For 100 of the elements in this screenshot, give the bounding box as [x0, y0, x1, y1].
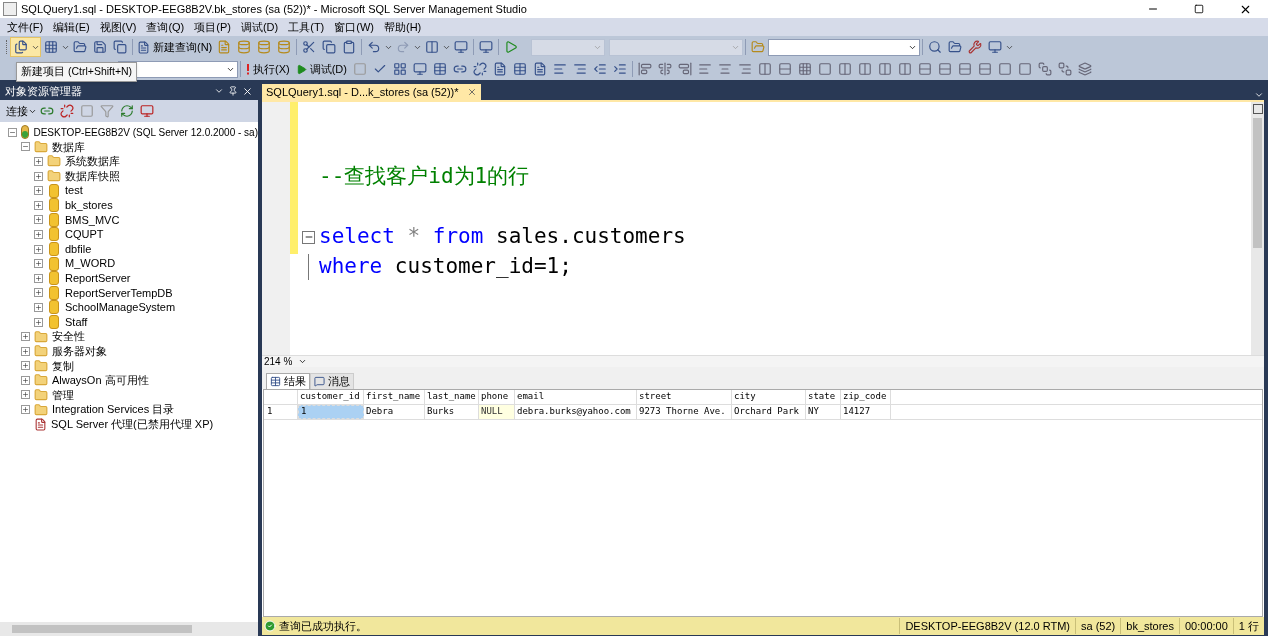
- caret-icon[interactable]: [298, 357, 308, 366]
- new-query-button[interactable]: 新建查询(N): [135, 38, 215, 56]
- column-header[interactable]: last_name: [425, 390, 479, 404]
- database-icon: [49, 227, 59, 242]
- dropdown-field[interactable]: [609, 38, 744, 56]
- debug-button[interactable]: 调试(D): [292, 60, 350, 78]
- menu-item[interactable]: 文件(F): [2, 18, 49, 36]
- status-field: 1 行: [1232, 617, 1264, 635]
- tree-item[interactable]: 复制: [52, 357, 74, 375]
- tree-item[interactable]: ReportServer: [65, 270, 131, 287]
- expand-icon[interactable]: [21, 361, 30, 371]
- column-header[interactable]: first_name: [364, 390, 425, 404]
- disconnect-icon[interactable]: [57, 102, 77, 120]
- menu-item[interactable]: 编辑(E): [48, 18, 95, 36]
- column-header[interactable]: zip_code: [841, 390, 891, 404]
- folder-icon: [47, 169, 61, 184]
- collapse-icon[interactable]: [302, 230, 315, 244]
- column-header[interactable]: email: [515, 390, 637, 404]
- message-icon: [314, 376, 325, 387]
- menu-item[interactable]: 视图(V): [94, 18, 142, 36]
- tree-item[interactable]: DESKTOP-EEG8B2V (SQL Server 12.0.2000 - sa): [33, 124, 258, 140]
- database-icon: [49, 256, 59, 271]
- expand-icon[interactable]: [34, 317, 43, 327]
- column-header[interactable]: customer_id: [298, 390, 364, 404]
- expand-icon[interactable]: [34, 186, 43, 196]
- table-cell[interactable]: NULL: [479, 405, 515, 419]
- expand-icon[interactable]: [34, 244, 43, 254]
- expand-icon[interactable]: [34, 200, 43, 210]
- expand-icon[interactable]: [34, 259, 43, 269]
- expand-icon[interactable]: [34, 288, 43, 298]
- tree-item[interactable]: ReportServerTempDB: [65, 284, 173, 302]
- expand-icon[interactable]: [21, 346, 30, 356]
- zoom-dropdown[interactable]: 214 %: [262, 354, 310, 369]
- menu-item[interactable]: 窗口(W): [329, 18, 379, 36]
- connect-button[interactable]: 连接: [6, 102, 37, 120]
- tree-item[interactable]: test: [65, 182, 83, 199]
- vertical-scrollbar[interactable]: [1251, 102, 1264, 355]
- table-cell[interactable]: Debra: [364, 405, 425, 419]
- table-cell[interactable]: 1: [298, 405, 364, 419]
- column-header[interactable]: city: [732, 390, 806, 404]
- database-icon: [49, 271, 59, 286]
- column-header[interactable]: street: [637, 390, 732, 404]
- execute-button[interactable]: 执行(X): [243, 60, 293, 78]
- menu-item[interactable]: 工具(T): [283, 18, 330, 36]
- expand-icon[interactable]: [34, 171, 43, 181]
- play-icon: [295, 63, 307, 75]
- tree-item[interactable]: Integration Services 目录: [52, 401, 175, 418]
- database-icon: [49, 212, 59, 227]
- tree-item[interactable]: 数据库快照: [65, 167, 120, 185]
- database-icon: [49, 315, 59, 329]
- table-cell[interactable]: Orchard Park: [732, 405, 806, 419]
- tree-item[interactable]: 系统数据库: [65, 153, 120, 170]
- tree-item[interactable]: CQUPT: [65, 226, 104, 243]
- dropdown-icon[interactable]: [214, 86, 224, 96]
- expand-icon[interactable]: [34, 302, 43, 312]
- horizontal-scrollbar[interactable]: [0, 622, 258, 636]
- results-tab[interactable]: 消息: [310, 373, 354, 389]
- results-tab[interactable]: 结果: [266, 373, 310, 389]
- tree-item[interactable]: SQL Server 代理(已禁用代理 XP): [51, 415, 214, 433]
- tree-item[interactable]: 数据库: [52, 138, 85, 156]
- document-tab[interactable]: SQLQuery1.sql - D...k_stores (sa (52))*: [262, 84, 481, 100]
- menu-item[interactable]: 查询(Q): [141, 18, 190, 36]
- expand-icon[interactable]: [21, 375, 30, 385]
- tree-item[interactable]: M_WORD: [65, 255, 116, 272]
- close-icon[interactable]: [242, 85, 253, 97]
- expand-icon[interactable]: [21, 390, 30, 400]
- menu-item[interactable]: 调试(D): [235, 18, 284, 36]
- expand-icon[interactable]: [34, 215, 43, 225]
- expand-icon[interactable]: [21, 405, 30, 415]
- tree-item[interactable]: AlwaysOn 高可用性: [52, 372, 149, 389]
- column-header[interactable]: state: [806, 390, 841, 404]
- column-header[interactable]: phone: [479, 390, 515, 404]
- tree-item[interactable]: 服务器对象: [52, 342, 107, 360]
- menu-item[interactable]: 项目(P): [189, 18, 236, 36]
- tree-item[interactable]: 安全性: [52, 328, 85, 345]
- tooltip: 新建项目 (Ctrl+Shift+N): [16, 62, 138, 82]
- dropdown-field[interactable]: [531, 38, 606, 56]
- tree-item[interactable]: Staff: [65, 313, 88, 331]
- dropdown-icon[interactable]: [1254, 90, 1264, 100]
- expand-icon[interactable]: [34, 229, 43, 239]
- table-cell[interactable]: 14127: [841, 405, 891, 419]
- expand-icon[interactable]: [21, 332, 30, 342]
- pin-icon[interactable]: [228, 86, 238, 96]
- table-cell[interactable]: NY: [806, 405, 841, 419]
- maximize-icon[interactable]: [1194, 4, 1204, 14]
- table-cell[interactable]: debra.burks@yahoo.com: [515, 405, 637, 419]
- collapse-icon[interactable]: [8, 127, 17, 137]
- expand-icon[interactable]: [34, 157, 43, 166]
- menu-item[interactable]: 帮助(H): [379, 18, 427, 36]
- status-field: bk_stores: [1120, 617, 1179, 635]
- window-title: SQLQuery1.sql - DESKTOP-EEG8B2V.bk_stores (sa (52))* - Microsoft SQL Server Management Studio: [21, 1, 528, 17]
- tree-item[interactable]: dbfile: [65, 240, 92, 258]
- tree-item[interactable]: SchoolManageSystem: [65, 299, 176, 316]
- tree-item[interactable]: BMS_MVC: [65, 211, 120, 229]
- tree-item[interactable]: 管理: [52, 386, 74, 404]
- expand-icon[interactable]: [34, 273, 43, 283]
- document-icon: [137, 40, 150, 54]
- collapse-icon[interactable]: [21, 142, 30, 152]
- tree-item[interactable]: bk_stores: [65, 197, 113, 214]
- table-cell[interactable]: 9273 Thorne Ave.: [637, 405, 732, 419]
